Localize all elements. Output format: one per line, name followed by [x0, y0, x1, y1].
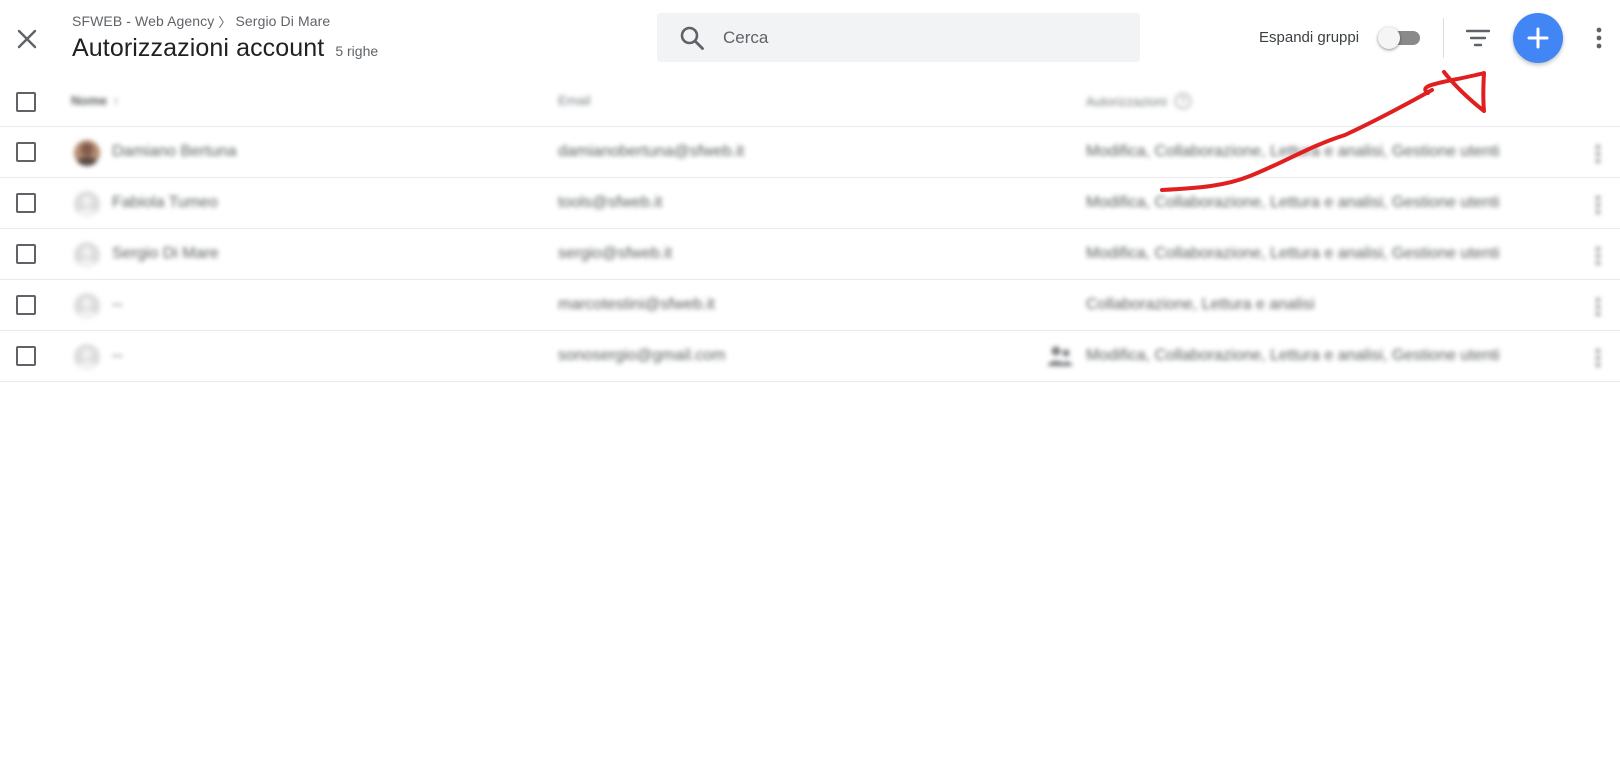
table-row[interactable]: -- sonosergio@gmail.com Modifica, Collabor… [0, 331, 1620, 382]
column-header-name[interactable]: Nome ↑ [71, 93, 119, 108]
row-checkbox[interactable] [16, 346, 36, 366]
user-email: damianobertuna@sfweb.it [558, 143, 745, 160]
row-checkbox[interactable] [16, 244, 36, 264]
row-more-icon[interactable] [1591, 194, 1605, 216]
user-permissions: Modifica, Collaborazione, Lettura e anal… [1086, 143, 1500, 160]
close-icon [17, 29, 37, 49]
row-more-icon[interactable] [1591, 296, 1605, 318]
avatar [74, 344, 100, 370]
user-name: -- [112, 296, 123, 313]
more-options-button[interactable] [1584, 20, 1614, 56]
expand-groups-toggle[interactable] [1378, 27, 1422, 49]
user-name: Sergio Di Mare [112, 245, 219, 262]
help-icon[interactable]: ? [1174, 93, 1191, 109]
user-permissions: Modifica, Collaborazione, Lettura e anal… [1086, 245, 1500, 262]
table-header: Nome ↑ Email Autorizzazioni? [0, 78, 1620, 127]
user-permissions: Modifica, Collaborazione, Lettura e anal… [1086, 347, 1500, 364]
toolbar-divider [1443, 18, 1444, 58]
user-email: tools@sfweb.it [558, 194, 663, 211]
breadcrumb-property[interactable]: Sergio Di Mare [235, 13, 330, 29]
row-checkbox[interactable] [16, 193, 36, 213]
user-permissions: Collaborazione, Lettura e analisi [1086, 296, 1315, 313]
avatar [74, 293, 100, 319]
permissions-table: Nome ↑ Email Autorizzazioni? Damiano Bert… [0, 78, 1620, 382]
user-name: -- [112, 347, 123, 364]
title-block: SFWEB - Web Agency 〉 Sergio Di Mare Auto… [72, 12, 378, 63]
more-vert-icon [1596, 27, 1602, 49]
row-checkbox[interactable] [16, 295, 36, 315]
user-email: sergio@sfweb.it [558, 245, 673, 262]
expand-groups-label: Espandi gruppi [1259, 29, 1360, 46]
search-input[interactable] [723, 27, 1123, 48]
table-row[interactable]: Fabiola Tumeo tools@sfweb.it Modifica, Col… [0, 178, 1620, 229]
user-permissions: Modifica, Collaborazione, Lettura e anal… [1086, 194, 1500, 211]
plus-icon [1527, 27, 1549, 49]
row-more-icon[interactable] [1591, 143, 1605, 165]
select-all-checkbox[interactable] [16, 92, 36, 112]
filter-icon [1466, 29, 1490, 47]
avatar [74, 191, 100, 217]
user-email: marcotestini@sfweb.it [558, 296, 715, 313]
group-icon [1048, 346, 1072, 366]
page-title: Autorizzazioni account [72, 34, 325, 62]
breadcrumb: SFWEB - Web Agency 〉 Sergio Di Mare [72, 12, 378, 30]
table-row[interactable]: Damiano Bertuna damianobertuna@sfweb.it Mo… [0, 127, 1620, 178]
table-body: Damiano Bertuna damianobertuna@sfweb.it Mo… [0, 127, 1620, 382]
add-user-button[interactable] [1513, 13, 1563, 63]
breadcrumb-account[interactable]: SFWEB - Web Agency [72, 13, 214, 29]
breadcrumb-separator: 〉 [218, 14, 232, 30]
search-icon [679, 25, 705, 51]
column-header-email[interactable]: Email [558, 93, 591, 108]
user-name: Damiano Bertuna [112, 143, 237, 160]
close-button[interactable] [10, 22, 44, 56]
row-count: 5 righe [335, 43, 379, 59]
avatar [74, 140, 100, 166]
sort-arrow-icon: ↑ [113, 94, 120, 108]
table-row[interactable]: Sergio Di Mare sergio@sfweb.it Modifica, C… [0, 229, 1620, 280]
row-more-icon[interactable] [1591, 347, 1605, 369]
app-header: SFWEB - Web Agency 〉 Sergio Di Mare Auto… [0, 0, 1620, 78]
toggle-thumb [1378, 27, 1400, 49]
user-email: sonosergio@gmail.com [558, 347, 726, 364]
row-checkbox[interactable] [16, 142, 36, 162]
row-more-icon[interactable] [1591, 245, 1605, 267]
filter-button[interactable] [1460, 20, 1496, 56]
user-name: Fabiola Tumeo [112, 194, 218, 211]
table-row[interactable]: -- marcotestini@sfweb.it Collaborazione, L… [0, 280, 1620, 331]
search-bar[interactable] [657, 13, 1140, 62]
column-header-permissions[interactable]: Autorizzazioni? [1086, 93, 1191, 109]
avatar [74, 242, 100, 268]
